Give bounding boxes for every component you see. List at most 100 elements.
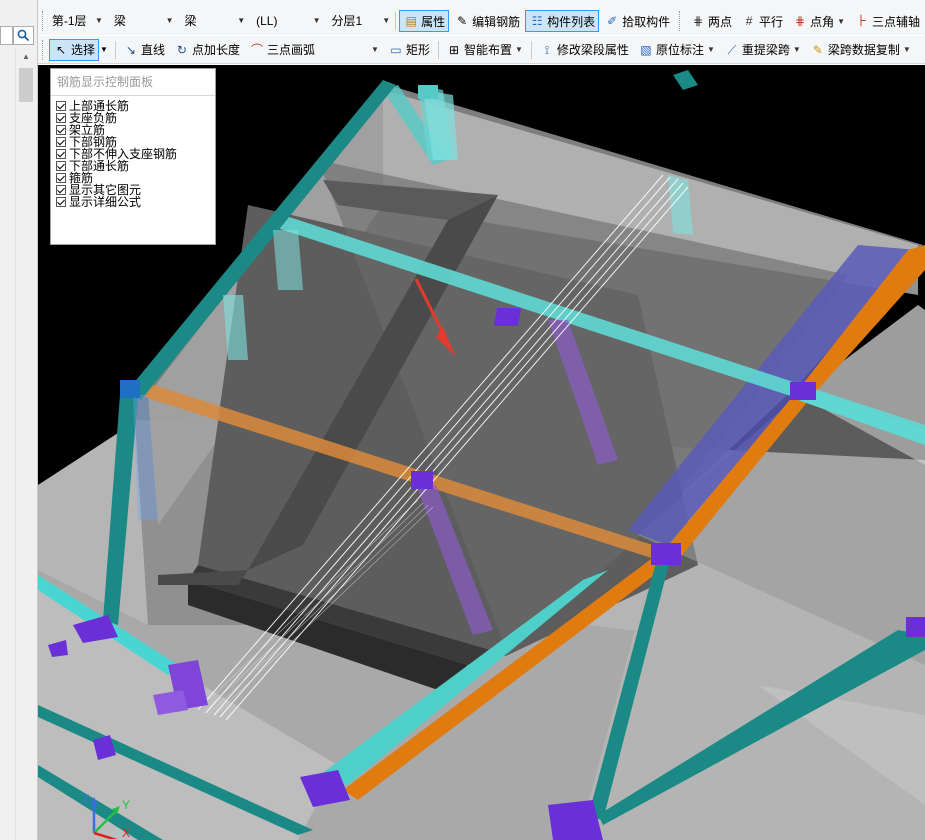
subtype-select-value: 梁 (184, 14, 197, 28)
toolbar-grip[interactable] (42, 11, 46, 31)
left-panel: ▲ (0, 0, 38, 840)
chevron-down-icon: ▼ (837, 16, 845, 26)
chevron-down-icon: ▼ (902, 45, 911, 54)
rectangle-button[interactable]: ▭ 矩形 (384, 39, 434, 61)
rebar-panel-title: 钢筋显示控制面板 (51, 69, 215, 96)
properties-button[interactable]: ▤ 属性 (399, 10, 450, 32)
pick-member-button[interactable]: ✐ 拾取构件 (600, 10, 674, 32)
modify-span-icon: ⟟ (544, 42, 550, 57)
search-icon (17, 29, 30, 42)
edit-rebar-icon: ✎ (457, 14, 468, 28)
span-copy-label: 梁跨数据复制 (827, 43, 900, 57)
three-point-arc-label: 三点画弧 (266, 43, 315, 57)
properties-label: 属性 (421, 14, 446, 29)
layer-select-value: 分层1 (331, 14, 363, 28)
select-label: 选择 (71, 43, 96, 57)
rebar-list: 上部通长筋 支座负筋 架立筋 下部钢筋 下部不伸入支座钢筋 下部通长筋 箍筋 显… (51, 96, 215, 208)
member-list-icon: ☷ (531, 14, 543, 28)
line-button[interactable]: ↘ 直线 (119, 39, 169, 61)
chevron-down-icon: ▼ (312, 16, 321, 25)
point-length-label: 点加长度 (191, 43, 240, 57)
point-angle-icon: ⋕ (795, 14, 806, 28)
point-angle-button[interactable]: ⋕ 点角 ▼ (788, 10, 849, 32)
3d-viewport[interactable]: 钢筋显示控制面板 上部通长筋 支座负筋 架立筋 下部钢筋 下部不伸入支座钢筋 下… (38, 65, 925, 840)
parallel-button[interactable]: # 平行 (737, 10, 787, 32)
checkbox-checked[interactable] (56, 161, 66, 171)
axis-z-label: Z (82, 792, 89, 806)
chevron-down-icon: ▼ (515, 45, 523, 54)
axis-gizmo: Z Y X (82, 792, 130, 839)
two-points-label: 两点 (708, 14, 733, 29)
modify-span-label: 修改梁段属性 (556, 43, 629, 57)
layer-select[interactable]: 分层1 ▼ (328, 10, 392, 32)
re-extract-span-button[interactable]: ⟋ 重提梁跨 ▼ (720, 39, 805, 61)
line-label: 直线 (140, 43, 165, 57)
app-window: ▲ 第-1层 ▼ 梁 ▼ 梁 ▼ (LL) ▼ 分层1 ▼ ▤ 属性 ✎ 编辑钢筋 ☷ 构件列表… (0, 0, 925, 840)
chevron-down-icon: ▼ (94, 16, 103, 25)
three-point-axis-icon: ⺊ (855, 14, 868, 28)
checkbox-checked[interactable] (56, 149, 66, 159)
chevron-down-icon: ▼ (382, 16, 391, 25)
three-point-axis-label: 三点辅轴 (872, 14, 921, 29)
re-extract-span-icon: ⟋ (727, 42, 737, 57)
chevron-down-icon: ▼ (792, 45, 801, 54)
checkbox-checked[interactable] (56, 197, 66, 207)
checkbox-checked[interactable] (56, 125, 66, 135)
two-points-button[interactable]: ⋕ 两点 (686, 10, 736, 32)
checkbox-checked[interactable] (56, 101, 66, 111)
edit-rebar-button[interactable]: ✎ 编辑钢筋 (450, 10, 524, 32)
cursor-icon: ↖ (55, 42, 67, 57)
checkbox-checked[interactable] (56, 113, 66, 123)
properties-icon: ▤ (405, 14, 417, 28)
span-copy-button[interactable]: ✎ 梁跨数据复制 ▼ (806, 39, 915, 61)
two-points-icon: ⋕ (693, 14, 704, 28)
arc-icon: ⌒ (250, 42, 263, 57)
in-situ-label-button[interactable]: ▧ 原位标注 ▼ (634, 39, 719, 61)
rebar-option-label: 显示详细公式 (69, 195, 142, 209)
chevron-down-icon: ▼ (706, 45, 715, 54)
scroll-up-arrow-icon[interactable]: ▲ (16, 48, 36, 65)
in-situ-label-label: 原位标注 (655, 43, 704, 57)
rebar-display-panel: 钢筋显示控制面板 上部通长筋 支座负筋 架立筋 下部钢筋 下部不伸入支座钢筋 下… (50, 68, 216, 245)
subtype-select[interactable]: 梁 ▼ (182, 10, 248, 32)
rectangle-icon: ▭ (390, 42, 402, 57)
toolbar-grip[interactable] (42, 39, 46, 60)
three-point-axis-button[interactable]: ⺊三点辅轴 (850, 10, 924, 32)
span-copy-icon: ✎ (812, 42, 823, 57)
parallel-icon: # (745, 14, 753, 28)
axis-x-label: X (122, 826, 130, 839)
checkbox-checked[interactable] (56, 173, 66, 183)
type-select-value: 梁 (113, 14, 126, 28)
smart-layout-icon: ⊞ (448, 42, 460, 57)
pick-member-icon: ✐ (607, 14, 618, 28)
select-dropdown-icon[interactable]: ▼ (100, 45, 108, 54)
three-point-arc-button[interactable]: ⌒ 三点画弧 ▼ (245, 39, 383, 61)
parallel-label: 平行 (759, 14, 784, 29)
scrollbar-thumb[interactable] (19, 68, 33, 102)
floor-select[interactable]: 第-1层 ▼ (49, 10, 105, 32)
checkbox-checked[interactable] (56, 185, 66, 195)
vertical-scrollbar[interactable]: ▲ (15, 48, 36, 840)
rebar-option-detailed-formula[interactable]: 显示详细公式 (56, 196, 215, 208)
smart-layout-button[interactable]: ⊞ 智能布置 ▼ (442, 39, 527, 61)
member-list-button[interactable]: ☷ 构件列表 (525, 10, 600, 32)
edit-rebar-label: 编辑钢筋 (472, 14, 521, 29)
point-angle-label: 点角 (810, 14, 835, 29)
search-input[interactable] (0, 26, 13, 45)
modify-span-button[interactable]: ⟟ 修改梁段属性 (535, 39, 633, 61)
point-length-button[interactable]: ↻ 点加长度 (170, 39, 244, 61)
axis-y-label: Y (122, 798, 130, 812)
floor-select-value: 第-1层 (51, 14, 87, 28)
line-icon: ↘ (125, 42, 136, 57)
toolbar-draw: ↖ 选择 ▼ ↘ 直线 ↻ 点加长度 ⌒ 三点画弧 ▼ ▭ 矩形 ⊞ 智能布置 ▼ ⟟ 修改梁段属… (38, 36, 925, 64)
search-button[interactable] (13, 26, 34, 45)
select-button[interactable]: ↖ 选择 (49, 38, 100, 61)
member-select[interactable]: (LL) ▼ (253, 10, 322, 32)
checkbox-checked[interactable] (56, 137, 66, 147)
chevron-down-icon: ▼ (237, 16, 246, 25)
type-select[interactable]: 梁 ▼ (111, 10, 176, 32)
rectangle-label: 矩形 (405, 43, 430, 57)
in-situ-label-icon: ▧ (640, 42, 652, 57)
smart-layout-label: 智能布置 (463, 43, 512, 57)
pick-member-label: 拾取构件 (622, 14, 671, 29)
